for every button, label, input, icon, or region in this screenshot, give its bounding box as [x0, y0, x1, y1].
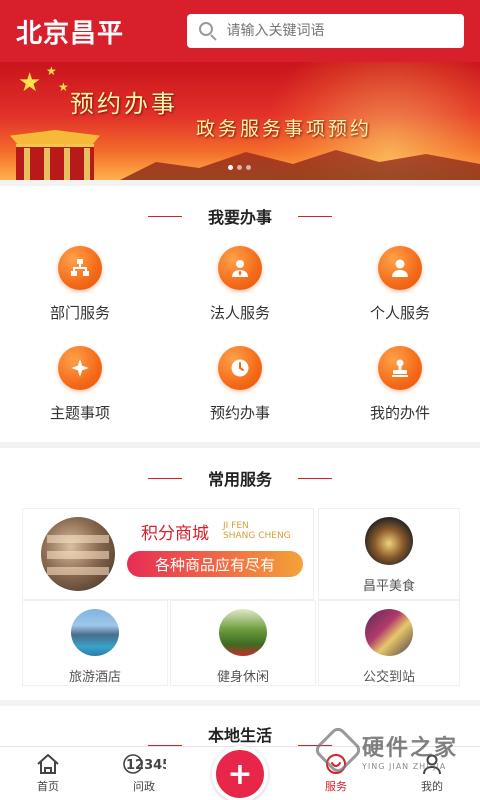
section-title: 常用服务 — [207, 470, 272, 489]
work-item-appointment[interactable]: 预约办事 — [160, 346, 320, 446]
banner-title: 预约办事 — [70, 90, 178, 118]
nav-label: 我的 — [421, 780, 443, 793]
plus-button[interactable]: + — [212, 746, 268, 800]
promo-tagline: 各种商品应有尽有 — [127, 551, 303, 577]
search-bar[interactable] — [186, 14, 464, 48]
watermark-logo-icon — [312, 724, 364, 776]
hotline-12345-icon: 12345 — [123, 754, 166, 774]
promo-subtitle-en: JI FEN SHANG CHENG — [223, 521, 291, 541]
service-item-label: 公交到站 — [362, 670, 415, 685]
app-logo[interactable]: 北京昌平 — [16, 13, 175, 50]
common-services-section: 常用服务 积分商城 JI FEN SHANG CHENG 各种商品应有尽有 昌平… — [0, 448, 480, 700]
work-item-topic[interactable]: 主题事项 — [0, 346, 160, 446]
service-item-hotel[interactable]: 旅游酒店 — [22, 600, 168, 686]
person-icon — [378, 246, 422, 290]
nav-label: 问政 — [133, 780, 155, 793]
nav-label: 首页 — [37, 780, 59, 793]
work-item-label: 预约办事 — [209, 404, 270, 422]
section-title: 本地生活 — [207, 726, 272, 745]
pagination-dot[interactable] — [228, 165, 233, 170]
section-title: 我要办事 — [207, 208, 272, 227]
service-item-label: 昌平美食 — [362, 579, 415, 594]
work-item-personal[interactable]: 个人服务 — [320, 246, 480, 346]
service-item-label: 旅游酒店 — [68, 670, 121, 685]
section-header: 常用服务 — [0, 448, 480, 508]
star-icon: ★ — [46, 64, 57, 78]
service-item-fitness[interactable]: 健身休闲 — [170, 600, 316, 686]
mall-photo — [41, 517, 115, 591]
stamp-icon — [378, 346, 422, 390]
svg-text:12345: 12345 — [126, 758, 166, 773]
clock-icon — [218, 346, 262, 390]
tiananmen-graphic — [0, 110, 110, 180]
work-item-label: 我的办件 — [369, 404, 430, 422]
work-section: 我要办事 部门服务 法人服务 个人服务 主题事项 预约办事 我的办件 — [0, 186, 480, 442]
promo-banner[interactable]: ★ ★ ★ 预约办事 政务服务事项预约 — [0, 62, 480, 180]
work-item-label: 主题事项 — [49, 404, 110, 422]
work-item-label: 个人服务 — [369, 304, 430, 322]
work-item-label: 法人服务 — [209, 304, 270, 322]
hotel-photo — [71, 609, 119, 656]
work-item-legal-person[interactable]: 法人服务 — [160, 246, 320, 346]
topic-icon — [58, 346, 102, 390]
nav-label: 服务 — [325, 780, 347, 793]
watermark: 硬件之家 YING JIAN ZHI JIA — [312, 722, 470, 778]
legal-person-icon — [218, 246, 262, 290]
watermark-subtext: YING JIAN ZHI JIA — [362, 761, 447, 771]
pagination-dot[interactable] — [237, 165, 242, 170]
star-icon: ★ — [58, 80, 69, 94]
search-icon[interactable] — [198, 22, 217, 41]
watermark-text: 硬件之家 — [362, 735, 459, 761]
nav-politics[interactable]: 12345 问政 — [96, 747, 192, 800]
service-item-bus[interactable]: 公交到站 — [318, 600, 460, 686]
promo-title: 积分商城 — [141, 524, 209, 544]
common-services-grid: 积分商城 JI FEN SHANG CHENG 各种商品应有尽有 昌平美食 旅游… — [0, 508, 480, 728]
service-item-food[interactable]: 昌平美食 — [318, 508, 460, 600]
work-item-department[interactable]: 部门服务 — [0, 246, 160, 346]
app-header: 北京昌平 — [0, 0, 480, 62]
service-item-label: 健身休闲 — [216, 670, 269, 685]
section-header: 我要办事 — [0, 186, 480, 246]
work-item-label: 部门服务 — [49, 304, 110, 322]
pagination-dot[interactable] — [246, 165, 251, 170]
search-input[interactable] — [226, 23, 457, 39]
work-grid: 部门服务 法人服务 个人服务 主题事项 预约办事 我的办件 — [0, 246, 480, 446]
banner-subtitle: 政务服务事项预约 — [196, 118, 373, 140]
fitness-photo — [219, 609, 267, 656]
nav-home[interactable]: 首页 — [0, 747, 96, 800]
org-chart-icon — [58, 246, 102, 290]
star-icon: ★ — [18, 68, 42, 98]
work-item-my-cases[interactable]: 我的办件 — [320, 346, 480, 446]
plus-icon: + — [227, 756, 253, 792]
home-icon — [37, 754, 59, 774]
bus-photo — [365, 609, 413, 656]
food-photo — [365, 517, 413, 565]
banner-pagination — [228, 165, 251, 170]
points-mall-card[interactable]: 积分商城 JI FEN SHANG CHENG 各种商品应有尽有 — [22, 508, 314, 600]
